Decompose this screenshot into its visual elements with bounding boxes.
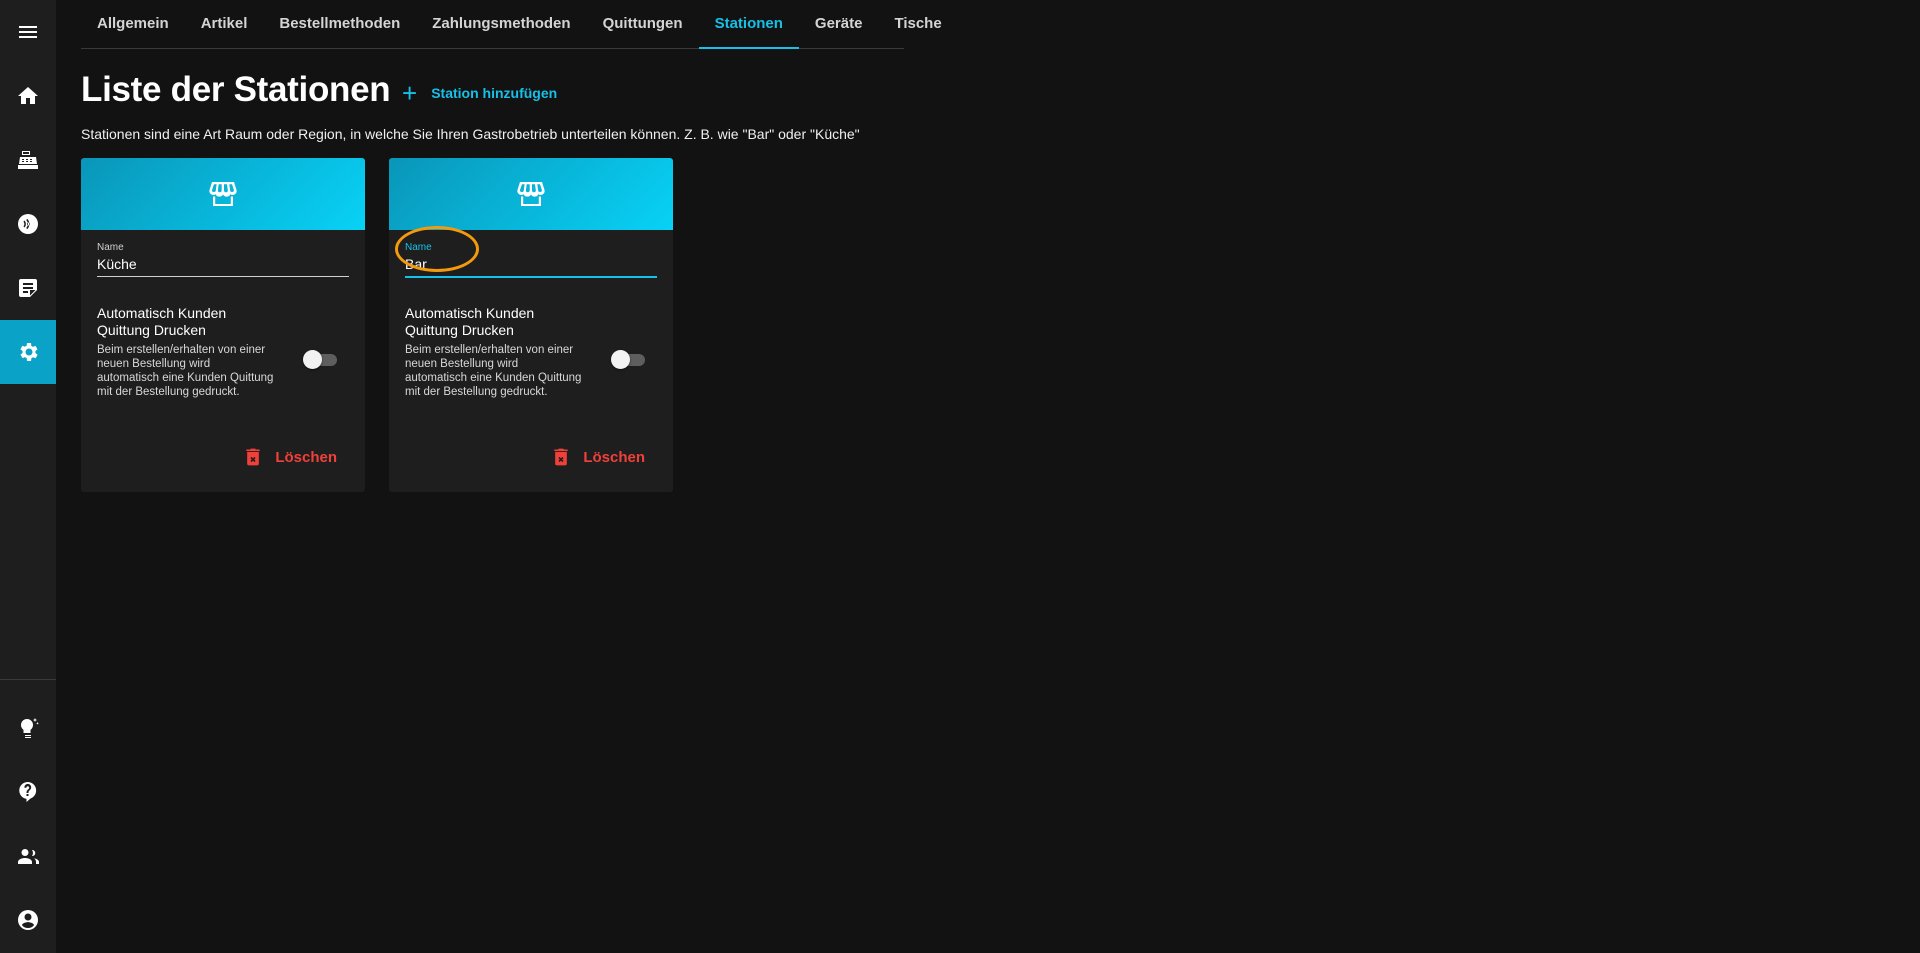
delete-station-button[interactable]: Löschen — [551, 447, 645, 467]
auto-print-title: Automatisch Kunden Quittung Drucken — [97, 305, 227, 338]
toggle-thumb — [611, 350, 630, 369]
store-icon — [209, 182, 237, 206]
add-station-button[interactable]: + Station hinzufügen — [402, 78, 557, 108]
tab-zahlungsmethoden[interactable]: Zahlungsmethoden — [416, 0, 586, 48]
plus-icon: + — [402, 78, 418, 108]
delete-station-button[interactable]: Löschen — [243, 447, 337, 467]
auto-print-description: Beim erstellen/erhalten von einer neuen … — [405, 344, 582, 398]
add-station-label: Station hinzufügen — [431, 85, 558, 101]
store-icon — [517, 182, 545, 206]
sidebar-item-nfc[interactable] — [0, 192, 56, 256]
menu-button[interactable] — [0, 0, 56, 64]
auto-print-description: Beim erstellen/erhalten von einer neuen … — [97, 344, 274, 398]
sidebar-item-users[interactable] — [0, 824, 56, 888]
lightbulb-icon — [20, 718, 39, 738]
sidebar-item-home[interactable] — [0, 64, 56, 128]
station-name-input[interactable] — [97, 254, 349, 277]
users-icon — [18, 849, 39, 864]
name-label: Name — [97, 242, 124, 253]
menu-icon — [19, 26, 37, 38]
cash-register-icon — [18, 151, 38, 169]
tab-tische[interactable]: Tische — [878, 0, 957, 48]
page-title: Liste der Stationen — [81, 70, 391, 109]
delete-icon — [246, 448, 260, 466]
station-card: Name Automatisch Kunden Quittung Drucken… — [389, 158, 673, 492]
sidebar-item-ideas[interactable] — [0, 696, 56, 760]
help-icon — [19, 781, 37, 802]
tab-artikel[interactable]: Artikel — [185, 0, 264, 48]
tab-quittungen[interactable]: Quittungen — [587, 0, 699, 48]
station-card: Name Automatisch Kunden Quittung Drucken… — [81, 158, 365, 492]
sidebar-item-account[interactable] — [0, 888, 56, 952]
card-header — [81, 158, 365, 230]
sidebar-item-orders[interactable] — [0, 256, 56, 320]
toggle-thumb — [303, 350, 322, 369]
settings-icon — [20, 343, 38, 361]
sidebar-item-settings[interactable] — [0, 320, 56, 384]
auto-print-title: Automatisch Kunden Quittung Drucken — [405, 305, 535, 338]
sidebar-item-help[interactable] — [0, 760, 56, 824]
name-label: Name — [405, 242, 432, 253]
sidebar-divider — [0, 679, 56, 680]
nfc-icon — [18, 214, 38, 234]
station-name-field: Name — [97, 242, 349, 277]
tab-stationen[interactable]: Stationen — [698, 0, 800, 49]
tab-allgemein[interactable]: Allgemein — [81, 0, 185, 48]
auto-print-toggle[interactable] — [303, 350, 337, 369]
station-name-field: Name — [395, 226, 657, 278]
card-header — [389, 158, 673, 230]
delete-label: Löschen — [275, 448, 337, 466]
delete-icon — [554, 448, 568, 466]
page-description: Stationen sind eine Art Raum oder Region… — [81, 126, 860, 142]
tab-bestellmethoden[interactable]: Bestellmethoden — [263, 0, 416, 48]
auto-print-toggle[interactable] — [611, 350, 645, 369]
settings-tabs: Allgemein Artikel Bestellmethoden Zahlun… — [81, 0, 942, 49]
station-name-input[interactable] — [405, 254, 657, 278]
home-icon — [18, 87, 38, 104]
tab-geraete[interactable]: Geräte — [799, 0, 879, 48]
account-icon — [18, 910, 38, 930]
orders-icon — [19, 279, 37, 297]
sidebar — [0, 0, 56, 953]
delete-label: Löschen — [583, 448, 645, 466]
sidebar-item-cash-register[interactable] — [0, 128, 56, 192]
